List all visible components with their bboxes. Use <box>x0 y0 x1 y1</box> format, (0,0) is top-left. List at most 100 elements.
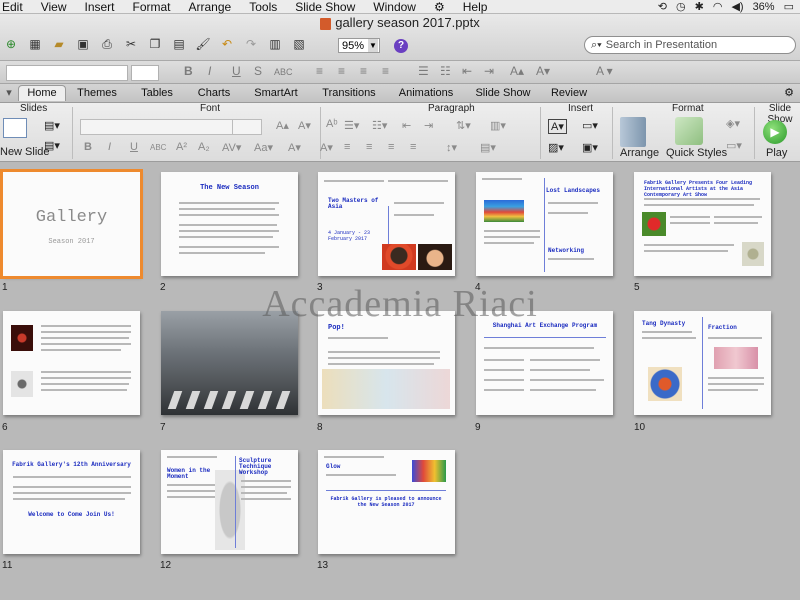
bullets-icon[interactable]: ☰ <box>418 64 429 78</box>
slide-layout-icon[interactable]: ▧ <box>290 36 308 52</box>
copy-icon[interactable]: ❐ <box>146 36 164 52</box>
play-button[interactable]: Play <box>766 147 787 159</box>
wifi-icon[interactable]: ◠ <box>713 0 723 13</box>
slide-thumbnail-8[interactable]: Pop! <box>318 311 455 415</box>
strikethrough-icon[interactable]: ABC <box>274 67 293 77</box>
menu-slide-show[interactable]: Slide Show <box>295 0 355 14</box>
align-right-icon[interactable]: ≡ <box>388 141 394 153</box>
cut-icon[interactable]: ✂ <box>122 36 140 52</box>
shape-line-icon[interactable]: ▭▾ <box>726 139 742 152</box>
font-size-field[interactable] <box>131 65 159 81</box>
slide-thumbnail-11[interactable]: Fabrik Gallery's 12th Anniversary Welcom… <box>3 450 140 554</box>
volume-icon[interactable]: ◀) <box>731 0 743 13</box>
line-spacing-icon[interactable]: ↕▾ <box>446 141 457 154</box>
menu-edit[interactable]: Edit <box>2 0 23 14</box>
tab-transitions[interactable]: Transitions <box>318 86 380 101</box>
font-color-icon[interactable]: A▾ <box>288 141 301 154</box>
bullets-icon[interactable]: ☰▾ <box>344 119 359 132</box>
menu-arrange[interactable]: Arrange <box>189 0 232 14</box>
align-center-icon[interactable]: ≡ <box>338 64 345 78</box>
media-icon[interactable]: ▣▾ <box>582 141 598 154</box>
menu-tools[interactable]: Tools <box>249 0 277 14</box>
bold-icon[interactable]: B <box>84 141 92 153</box>
slide-thumbnail-1[interactable]: Gallery Season 2017 <box>0 169 143 279</box>
shadow-icon[interactable]: S <box>254 64 262 78</box>
arrange-button[interactable]: Arrange <box>620 147 659 159</box>
tab-smartart[interactable]: SmartArt <box>248 86 304 101</box>
slide-thumbnail-7[interactable] <box>161 311 298 415</box>
new-slide-button[interactable]: New Slide <box>0 146 50 158</box>
grow-font-icon[interactable]: A▴ <box>276 119 289 132</box>
templates-icon[interactable]: ▦ <box>26 36 44 52</box>
format-painter-icon[interactable]: 🖌 <box>194 36 212 52</box>
picture-icon[interactable]: ▨▾ <box>548 141 564 154</box>
justify-icon[interactable]: ≡ <box>382 64 389 78</box>
script-menu-icon[interactable]: ⚙ <box>434 0 445 14</box>
bluetooth-icon[interactable]: ✱ <box>695 0 704 13</box>
print-icon[interactable]: ⎙ <box>98 36 116 52</box>
section-icon[interactable]: ▤▾ <box>44 139 60 152</box>
clear-format-icon[interactable]: Aᵇ <box>326 118 338 130</box>
tab-themes[interactable]: Themes <box>72 86 122 101</box>
bold-icon[interactable]: B <box>184 64 193 78</box>
slide-thumbnail-12[interactable]: Women in the Moment Sculpture Technique … <box>161 450 298 554</box>
new-slide-icon[interactable] <box>3 118 27 138</box>
text-box-icon[interactable]: A▾ <box>548 119 567 134</box>
slide-thumbnail-13[interactable]: Glow Fabrik Gallery is pleased to announ… <box>318 450 455 554</box>
slide-thumbnail-6[interactable] <box>3 311 140 415</box>
menu-format[interactable]: Format <box>133 0 171 14</box>
tab-review[interactable]: Review <box>546 86 592 101</box>
italic-icon[interactable]: I <box>108 141 111 153</box>
align-left-icon[interactable]: ≡ <box>344 141 350 153</box>
align-center-icon[interactable]: ≡ <box>366 141 372 153</box>
shape-fill-icon[interactable]: ◈▾ <box>726 117 740 130</box>
italic-icon[interactable]: I <box>208 64 211 78</box>
battery-icon[interactable]: ▭ <box>784 0 794 13</box>
numbering-icon[interactable]: ☷▾ <box>372 119 387 132</box>
align-right-icon[interactable]: ≡ <box>360 64 367 78</box>
slide-thumbnail-5[interactable]: Fabrik Gallery Presents Four Leading Int… <box>634 172 771 276</box>
ribbon-collapse-icon[interactable]: ▾ <box>4 86 14 101</box>
justify-icon[interactable]: ≡ <box>410 141 416 153</box>
new-icon[interactable]: ⊕ <box>2 36 20 52</box>
undo-icon[interactable]: ↶ <box>218 36 236 52</box>
slide-thumbnail-2[interactable]: The New Season <box>161 172 298 276</box>
columns-icon[interactable]: ▥▾ <box>490 119 506 132</box>
slide-thumbnail-3[interactable]: Two Masters of Asia 4 January - 23 Febru… <box>318 172 455 276</box>
font-color-icon[interactable]: A ▾ <box>596 64 613 78</box>
quick-styles-button[interactable]: Quick Styles <box>666 147 727 159</box>
tab-slide-show[interactable]: Slide Show <box>472 86 534 101</box>
zoom-select[interactable]: 95% ▼ <box>338 38 380 53</box>
save-icon[interactable]: ▣ <box>74 36 92 52</box>
font-name-field[interactable] <box>6 65 128 81</box>
arrange-icon[interactable] <box>620 117 646 147</box>
change-case-icon[interactable]: Aa▾ <box>254 141 273 154</box>
tab-charts[interactable]: Charts <box>192 86 236 101</box>
subscript-icon[interactable]: A₂ <box>198 141 210 153</box>
character-spacing-icon[interactable]: AV▾ <box>222 141 241 154</box>
text-direction-icon[interactable]: ⇅▾ <box>456 119 471 132</box>
tab-home[interactable]: Home <box>18 85 66 101</box>
shrink-font-icon[interactable]: A▾ <box>536 64 550 78</box>
increase-indent-icon[interactable]: ⇥ <box>424 119 433 132</box>
view-icon[interactable]: ▥ <box>266 36 284 52</box>
slide-thumbnail-9[interactable]: Shanghai Art Exchange Program <box>476 311 613 415</box>
ribbon-options-icon[interactable]: ⚙ <box>782 86 796 101</box>
highlight-icon[interactable]: A▾ <box>320 141 333 154</box>
search-input[interactable]: ⌕▾ Search in Presentation <box>584 36 796 54</box>
decrease-indent-icon[interactable]: ⇤ <box>402 119 411 132</box>
menu-help[interactable]: Help <box>463 0 488 14</box>
increase-indent-icon[interactable]: ⇥ <box>484 64 494 78</box>
underline-icon[interactable]: U <box>130 141 138 153</box>
menu-insert[interactable]: Insert <box>84 0 114 14</box>
tab-animations[interactable]: Animations <box>394 86 458 101</box>
numbering-icon[interactable]: ☷ <box>440 64 451 78</box>
slide-thumbnail-10[interactable]: Tang Dynasty Fraction <box>634 311 771 415</box>
paste-icon[interactable]: ▤ <box>170 36 188 52</box>
open-icon[interactable]: ▰ <box>50 36 68 52</box>
redo-icon[interactable]: ↷ <box>242 36 260 52</box>
menu-window[interactable]: Window <box>373 0 416 14</box>
font-size-select[interactable] <box>232 119 262 135</box>
superscript-icon[interactable]: A² <box>176 141 187 153</box>
strikethrough-icon[interactable]: ABC <box>150 143 166 152</box>
